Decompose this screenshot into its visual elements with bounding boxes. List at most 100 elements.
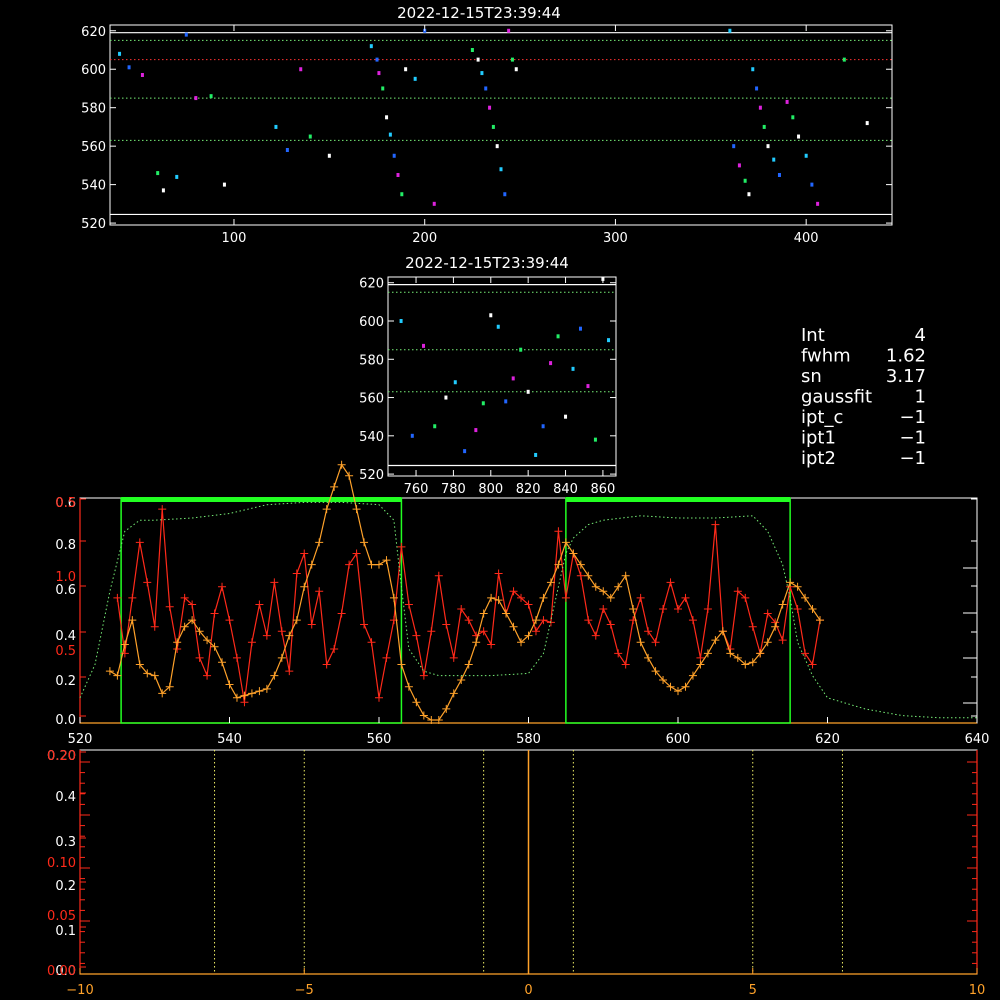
profile-data-point [494,569,503,578]
profile-x-tick-label: 540 [217,732,242,747]
top-image-panel: 100 200 300 400 520 540 560 580 600 620 [81,24,893,246]
profile-data-point [165,602,174,611]
top-image-point [495,144,499,149]
top-image-point [747,192,751,197]
middle-image-point [526,389,530,394]
middle-image-point [433,424,437,429]
profile-data-point [262,684,271,693]
profile-data-point [457,676,466,685]
top-image-y-tick-label: 520 [81,217,106,232]
profile-data-point [255,600,264,609]
profile-data-point [135,538,144,547]
top-image-point [488,105,492,110]
middle-image-point [444,395,448,400]
top-image-point [480,71,484,76]
top-image-point [510,57,514,62]
profile-data-point [292,569,301,578]
profile-data-point [539,616,548,625]
bottom-y-tick-label-orange: 0.05 [47,909,76,924]
middle-image-y-tick-label: 540 [359,430,384,445]
top-image-point [381,86,385,91]
top-image-point [751,67,755,72]
info-value: 3.17 [886,366,926,387]
profile-data-point [232,693,241,702]
top-image-point [222,182,226,187]
top-image-point [484,86,488,91]
top-image-point [404,67,408,72]
middle-image-frame [387,276,617,477]
profile-data-point [307,620,316,629]
profile-data-point [382,556,391,565]
profile-data-point [277,627,286,636]
top-image-point [755,86,759,91]
profile-data-point [659,605,668,613]
profile-data-point [464,660,473,669]
top-image-point [400,192,404,197]
profile-data-point [801,593,810,602]
middle-image-y-tick-label: 520 [359,468,384,483]
top-image-point [772,157,776,162]
profile-data-point [674,687,682,696]
profile-data-point [674,605,682,613]
profile-data-point [703,649,712,658]
profile-data-point [442,620,451,629]
profile-data-point [330,482,339,491]
middle-image-x-tick-label: 780 [441,482,466,497]
profile-data-point [801,649,810,658]
top-image-point [737,163,741,168]
profile-data-point [143,578,152,587]
profile-panel: 520 540 560 580 600 620 6400.00.20.40.60.80.60… [55,460,989,747]
info-value: 1.62 [886,346,926,367]
profile-data-point [457,605,466,613]
top-image-point [375,57,379,62]
profile-data-point [412,698,421,707]
profile-data-point [375,693,383,702]
middle-image-y-tick-label: 560 [359,392,384,407]
profile-data-point [285,667,294,676]
profile-data-point [621,660,630,669]
profile-data-point [666,578,675,587]
profile-data-point [778,600,787,609]
profile-data-point [247,689,256,698]
top-image-point [503,192,507,197]
profile-data-point [449,653,458,662]
profile-data-point [315,587,324,596]
info-panel: Int 4 fwhm 1.62 sn 3.17 gaussfit 1 ipt_c −1 ipt1 −1… [801,325,926,469]
middle-image-point [453,380,457,385]
bottom-x-tick-label: 10 [969,983,986,998]
bottom-y-tick-label-orange: 0.10 [47,856,76,871]
top-image-y-tick-label: 560 [81,140,106,155]
profile-series-line [109,463,821,721]
profile-data-point [412,631,421,640]
top-image-point [118,51,122,56]
profile-data-point [591,631,600,640]
top-image-point [388,132,392,137]
top-image-point [385,115,389,120]
profile-data-point [300,549,309,558]
profile-data-point [330,644,339,653]
middle-image-y-tick-label: 580 [359,353,384,368]
top-image-x-tick-label: 400 [794,231,819,246]
profile-y-tick-label-orange: 1.0 [55,570,76,585]
profile-data-point [816,616,825,625]
top-image-title: 2022-12-15T23:39:44 [397,4,561,22]
profile-data-point [584,616,593,625]
info-value: −1 [899,448,926,469]
profile-data-point [472,638,481,647]
profile-data-point [150,622,159,631]
profile-data-point [195,653,204,662]
profile-data-point [419,711,428,720]
middle-image-point [541,424,545,429]
profile-data-point [531,627,540,636]
top-image-y-tick-label: 580 [81,102,106,117]
middle-image-point [586,384,590,389]
profile-data-point [128,593,137,602]
middle-image-panel: 760 780 800 820 840 860 520 540 560 580 600 620 [359,276,617,497]
profile-data-point [404,600,413,609]
profile-data-point [397,660,406,669]
top-image-point [797,134,801,139]
top-image-point [728,28,732,33]
profile-data-point [262,631,271,640]
top-image-point [816,201,820,206]
top-image-point [392,153,396,158]
